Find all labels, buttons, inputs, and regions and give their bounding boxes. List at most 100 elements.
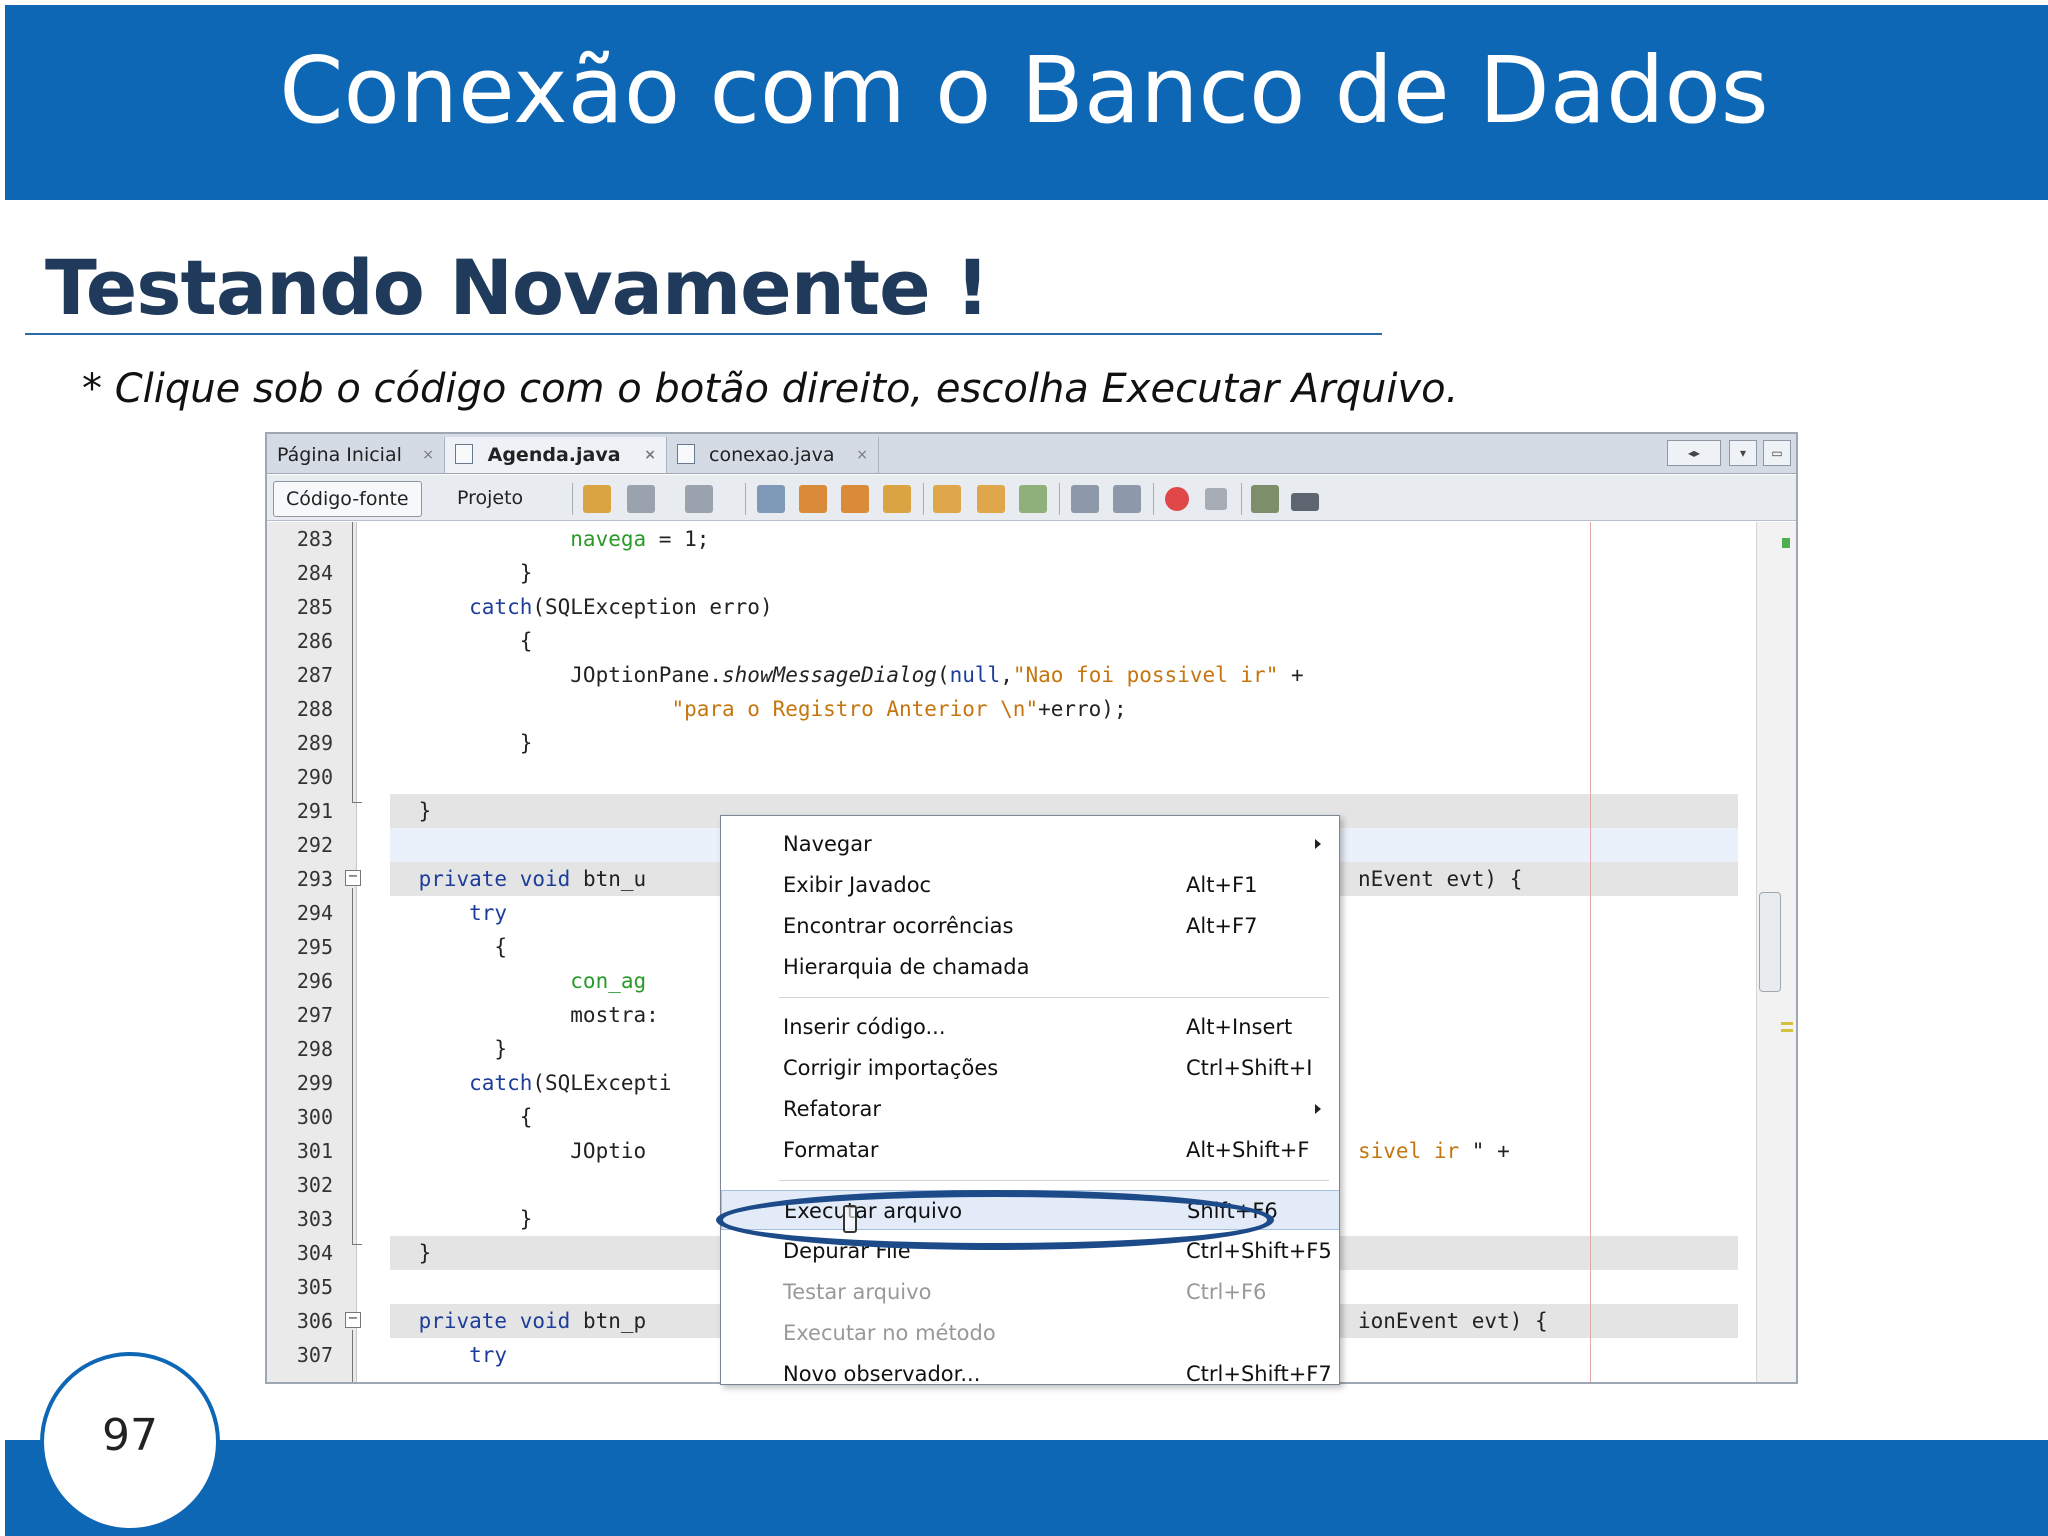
uncomment-icon[interactable] (1291, 493, 1319, 511)
toggle-highlight-icon[interactable] (883, 485, 911, 513)
code-fragment: nEvent evt) { (1358, 867, 1523, 891)
close-icon[interactable]: × (856, 437, 868, 473)
code-token: } (368, 731, 533, 755)
code-token: } (368, 561, 533, 585)
string-literal: sivel ir (1358, 1139, 1472, 1163)
tab-label: conexao.java (709, 444, 835, 466)
slide-subtitle: Testando Novamente ! (45, 243, 990, 332)
annotation-ellipse (716, 1190, 1274, 1250)
code-token: private void (368, 1309, 571, 1333)
editor-toolbar: Código-fonte Projeto (267, 475, 1796, 521)
code-token: JOptionPane. (368, 663, 723, 687)
next-occurrence-icon[interactable] (841, 485, 869, 513)
toolbar-separator (1241, 483, 1242, 515)
line-number: 302 (296, 1173, 333, 1197)
history-icon[interactable] (685, 485, 713, 513)
line-number: 299 (296, 1071, 333, 1095)
back-icon[interactable] (583, 485, 611, 513)
code-line: private void btn_p (368, 1304, 647, 1338)
menu-item-inserir-codigo[interactable]: Inserir código... Alt+Insert (721, 1007, 1339, 1047)
tab-list-icon[interactable]: ▾ (1729, 440, 1757, 466)
maximize-icon[interactable]: ▭ (1763, 440, 1791, 466)
menu-item-hierarquia-de-chamada[interactable]: Hierarquia de chamada (721, 947, 1339, 987)
shift-right-icon[interactable] (1113, 485, 1141, 513)
line-number: 295 (296, 935, 333, 959)
menu-item-encontrar-ocorrencias[interactable]: Encontrar ocorrências Alt+F7 (721, 906, 1339, 946)
code-token: } (368, 799, 432, 823)
next-bookmark-icon[interactable] (977, 485, 1005, 513)
code-line: } (368, 556, 533, 590)
context-menu: Navegar Exibir Javadoc Alt+F1 Encontrar … (720, 815, 1340, 1385)
menu-item-navegar[interactable]: Navegar (721, 824, 1339, 864)
fold-guide (352, 1330, 353, 1382)
source-mode-button[interactable]: Código-fonte (273, 481, 422, 517)
code-line: JOptio (368, 1134, 646, 1168)
stop-macro-icon[interactable] (1205, 488, 1227, 510)
tab-pagina-inicial[interactable]: Página Inicial × (267, 437, 445, 473)
line-number: 301 (296, 1139, 333, 1163)
code-token: ( (936, 663, 950, 687)
code-token: btn_p (570, 1309, 647, 1333)
menu-separator (779, 997, 1329, 998)
menu-item-exibir-javadoc[interactable]: Exibir Javadoc Alt+F1 (721, 865, 1339, 905)
code-token: con_ag (368, 969, 647, 993)
code-line: try (368, 896, 507, 930)
menu-item-novo-observador[interactable]: Novo observador... Ctrl+Shift+F7 (721, 1354, 1339, 1384)
menu-item-formatar[interactable]: Formatar Alt+Shift+F (721, 1130, 1339, 1170)
shift-left-icon[interactable] (1071, 485, 1099, 513)
code-token: { (368, 629, 533, 653)
forward-icon[interactable] (627, 485, 655, 513)
right-margin-guide (1590, 522, 1591, 1382)
code-token: " + (1471, 1139, 1510, 1163)
code-line: JOptionPane.showMessageDialog(null,"Nao … (368, 658, 1304, 692)
comment-icon[interactable] (1251, 485, 1279, 513)
error-stripe (1756, 522, 1796, 1382)
code-line: } (368, 1202, 533, 1236)
code-line: { (368, 624, 533, 658)
line-number: 284 (296, 561, 333, 585)
line-number: 303 (296, 1207, 333, 1231)
code-token: } (368, 1037, 508, 1061)
toolbar-separator (1059, 483, 1060, 515)
previous-bookmark-icon[interactable] (933, 485, 961, 513)
scroll-tabs-icon[interactable]: ◂▸ (1667, 440, 1721, 466)
line-number: 294 (296, 901, 333, 925)
line-number-gutter: 283 284 285 286 287 288 289 290 291 292 … (267, 522, 362, 1382)
code-token: } (368, 1241, 432, 1265)
warning-mark-icon[interactable] (1781, 1022, 1793, 1032)
toggle-bookmark-icon[interactable] (1019, 485, 1047, 513)
scrollbar-thumb[interactable] (1759, 892, 1781, 992)
code-token: navega (368, 527, 647, 551)
menu-item-refatorar[interactable]: Refatorar (721, 1089, 1339, 1129)
page-number: 97 (102, 1410, 158, 1461)
code-line: catch(SQLExcepti (368, 1066, 671, 1100)
code-line: try (368, 1338, 507, 1372)
code-fragment: sivel ir " + (1358, 1134, 1510, 1168)
close-icon[interactable]: × (422, 437, 434, 473)
code-line: con_ag (368, 964, 646, 998)
line-number: 300 (296, 1105, 333, 1129)
code-token: "Nao foi possivel ir" (1012, 663, 1279, 687)
toolbar-separator (1153, 483, 1154, 515)
tab-agenda-java[interactable]: Agenda.java × (445, 437, 667, 473)
code-line: { (368, 1100, 533, 1134)
tab-label: Agenda.java (487, 444, 621, 466)
close-icon[interactable]: × (644, 437, 656, 473)
editor-tab-bar: Página Inicial × Agenda.java × conexao.j… (267, 434, 1796, 474)
java-file-icon (677, 443, 695, 464)
code-token: , (1000, 663, 1013, 687)
line-number: 283 (296, 527, 333, 551)
find-selection-icon[interactable] (757, 485, 785, 513)
tab-label: Página Inicial (277, 444, 402, 466)
submenu-arrow-icon (1315, 1104, 1321, 1114)
code-line: "para o Registro Anterior \n"+erro); (368, 692, 1126, 726)
code-token: + (1278, 663, 1304, 687)
subtitle-divider (25, 333, 1382, 335)
start-macro-icon[interactable] (1165, 487, 1189, 511)
code-token: catch (368, 595, 533, 619)
tab-conexao-java[interactable]: conexao.java × (667, 437, 879, 473)
previous-occurrence-icon[interactable] (799, 485, 827, 513)
menu-item-testar-arquivo: Testar arquivo Ctrl+F6 (783, 1280, 1267, 1304)
design-mode-button[interactable]: Projeto (445, 481, 535, 517)
menu-item-corrigir-importacoes[interactable]: Corrigir importações Ctrl+Shift+I (721, 1048, 1339, 1088)
